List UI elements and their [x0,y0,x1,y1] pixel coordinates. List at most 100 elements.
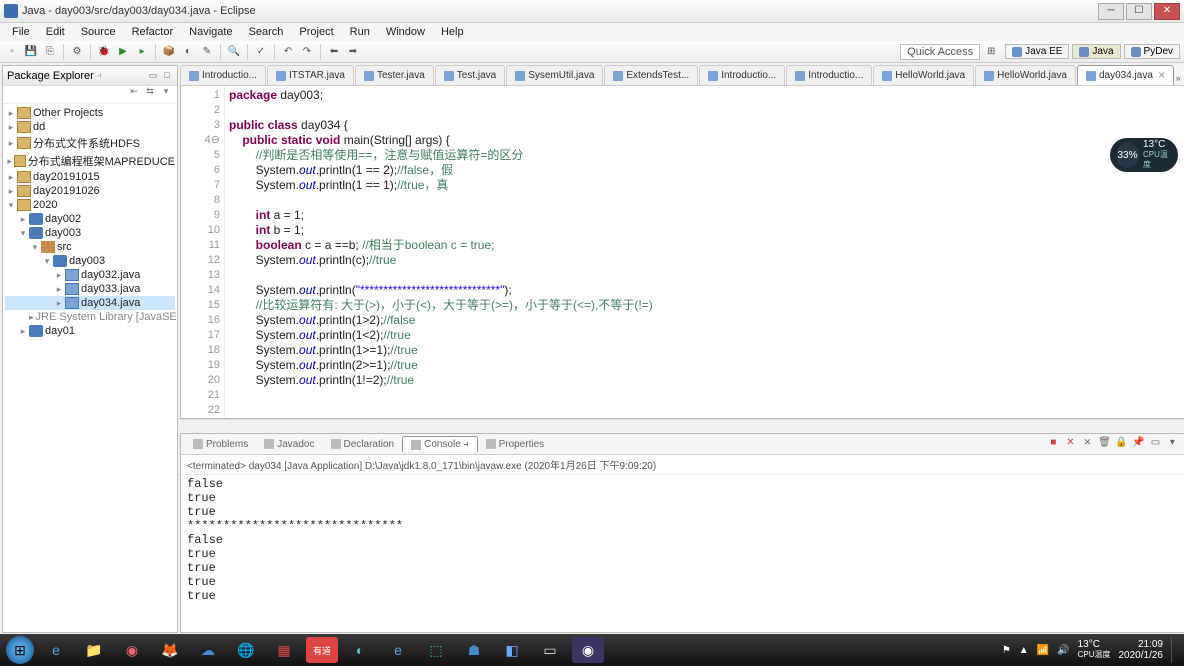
show-desktop[interactable] [1171,637,1178,663]
link-editor-icon[interactable]: ⇆ [143,86,157,100]
perspective-pydev[interactable]: PyDev [1124,44,1180,59]
cpu-temp-widget[interactable]: 33% 13°C CPU温度 [1110,138,1178,172]
terminate-icon[interactable]: ■ [1046,437,1060,451]
menu-source[interactable]: Source [73,25,124,39]
editor-tab[interactable]: Introductio... [180,65,266,85]
project-tree[interactable]: ▸Other Projects▸dd▸分布式文件系统HDFS▸分布式编程框架MA… [3,104,177,632]
editor-tab[interactable]: HelloWorld.java [975,65,1076,85]
bottom-tab-javadoc[interactable]: Javadoc [256,437,322,452]
horizontal-scrollbar[interactable] [180,419,1184,433]
back-icon[interactable]: ⬅ [326,44,342,60]
debug-icon[interactable]: 🐞 [96,44,112,60]
menu-refactor[interactable]: Refactor [124,25,182,39]
run-icon[interactable]: ▶ [115,44,131,60]
new-icon[interactable]: ▫ [4,44,20,60]
task-baidu-icon[interactable]: ☁ [192,637,224,663]
collapse-all-icon[interactable]: ⇤ [127,86,141,100]
clear-console-icon[interactable]: 🗑 [1097,437,1111,451]
forward-icon[interactable]: ➡ [345,44,361,60]
maximize-view-icon[interactable]: □ [161,70,173,82]
menu-edit[interactable]: Edit [38,25,73,39]
start-button[interactable]: ⊞ [6,636,34,664]
minimize-button[interactable]: ─ [1098,3,1124,20]
tree-node[interactable]: ▸分布式编程框架MAPREDUCE [5,152,175,170]
minimize-view-icon[interactable]: ▭ [147,70,159,82]
task-chrome-icon[interactable]: 🌐 [230,637,262,663]
tree-node[interactable]: ▸day032.java [5,268,175,282]
task-app1-icon[interactable]: ◉ [116,637,148,663]
task-ie2-icon[interactable]: e [382,637,414,663]
menu-search[interactable]: Search [241,25,292,39]
editor-tab[interactable]: Introductio... [699,65,785,85]
pin-console-icon[interactable]: 📌 [1131,437,1145,451]
editor-tab[interactable]: HelloWorld.java [873,65,974,85]
editor-tab[interactable]: ITSTAR.java [267,65,354,85]
new-package-icon[interactable]: 📦 [161,44,177,60]
task-vscode-icon[interactable]: ⬚ [420,637,452,663]
task-ie-icon[interactable]: e [40,637,72,663]
tree-node[interactable]: ▸day002 [5,212,175,226]
editor-tab[interactable]: day034.java✕ [1077,65,1174,85]
bottom-tab-console[interactable]: Console ⫞ [402,436,477,452]
task-app3-icon[interactable]: ◐ [344,637,376,663]
menu-help[interactable]: Help [433,25,472,39]
scroll-lock-icon[interactable]: 🔒 [1114,437,1128,451]
run-last-icon[interactable]: ▸ [134,44,150,60]
task-app2-icon[interactable]: ▦ [268,637,300,663]
tree-node[interactable]: ▸dd [5,120,175,134]
search-icon[interactable]: 🔍 [226,44,242,60]
menu-project[interactable]: Project [291,25,341,39]
open-console-icon[interactable]: ▾ [1165,437,1179,451]
code-editor[interactable]: 1234⊖56789101112131415161718192021222324… [180,86,1184,419]
new-class-icon[interactable]: ◐ [180,44,196,60]
tray-net-icon[interactable]: 📶 [1037,645,1049,656]
tree-node[interactable]: ▸day033.java [5,282,175,296]
open-type-icon[interactable]: ✎ [199,44,215,60]
menu-navigate[interactable]: Navigate [181,25,240,39]
prev-annotation-icon[interactable]: ↶ [280,44,296,60]
code-area[interactable]: package day003; public class day034 { pu… [225,86,1184,418]
save-icon[interactable]: 💾 [23,44,39,60]
tree-node[interactable]: ▸day20191026 [5,184,175,198]
task-app4-icon[interactable]: ☗ [458,637,490,663]
menu-file[interactable]: File [4,25,38,39]
open-perspective-icon[interactable]: ⊞ [983,44,999,60]
quick-access-input[interactable]: Quick Access [900,44,980,60]
task-explorer-icon[interactable]: 📁 [78,637,110,663]
tree-node[interactable]: ▾2020 [5,198,175,212]
console-output[interactable]: false true true ************************… [181,475,1184,632]
view-menu-icon[interactable]: ▾ [159,86,173,100]
task-eclipse-icon[interactable]: ◉ [572,637,604,663]
tree-node[interactable]: ▾day003 [5,254,175,268]
editor-tab[interactable]: Introductio... [786,65,872,85]
tree-node[interactable]: ▸day034.java [5,296,175,310]
pin-icon[interactable]: ⫞ [97,70,102,81]
save-all-icon[interactable]: ⎘ [42,44,58,60]
task-youdao-icon[interactable]: 有道 [306,637,338,663]
tree-node[interactable]: ▸JRE System Library [JavaSE-1.8] [5,310,175,324]
tray-flag-icon[interactable]: ⚑ [1002,645,1011,656]
tree-node[interactable]: ▸Other Projects [5,106,175,120]
bottom-tab-declaration[interactable]: Declaration [323,437,403,452]
bottom-tab-problems[interactable]: Problems [185,437,256,452]
editor-tab[interactable]: ExtendsTest... [604,65,698,85]
task-notepad-icon[interactable]: ▭ [534,637,566,663]
tree-node[interactable]: ▾src [5,240,175,254]
perspective-java[interactable]: Java [1072,44,1120,59]
close-button[interactable]: ✕ [1154,3,1180,20]
editor-tab[interactable]: Tester.java [355,65,434,85]
tab-list-icon[interactable]: » [1175,73,1184,85]
editor-tab[interactable]: SysemUtil.java [506,65,603,85]
editor-tab[interactable]: Test.java [435,65,505,85]
tree-node[interactable]: ▸day01 [5,324,175,338]
tree-node[interactable]: ▸分布式文件系统HDFS [5,134,175,152]
remove-launch-icon[interactable]: ✕ [1063,437,1077,451]
tree-node[interactable]: ▾day003 [5,226,175,240]
bottom-tab-properties[interactable]: Properties [478,437,553,452]
tray-vol-icon[interactable]: 🔊 [1057,645,1069,656]
task-app5-icon[interactable]: ◧ [496,637,528,663]
build-icon[interactable]: ⚙ [69,44,85,60]
remove-all-icon[interactable]: ⨯ [1080,437,1094,451]
tree-node[interactable]: ▸day20191015 [5,170,175,184]
perspective-java-ee[interactable]: Java EE [1005,44,1069,59]
